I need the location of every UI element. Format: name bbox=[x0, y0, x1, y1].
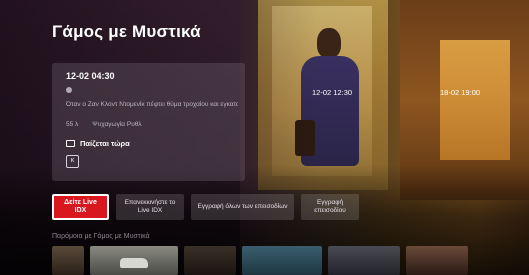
program-meta: 55 λ Ψυχαγωγία Ρυθλ bbox=[66, 121, 142, 128]
timeline-marker-start: 12-02 12:30 bbox=[312, 88, 353, 97]
program-title: Γάμος με Μυστικά bbox=[52, 22, 201, 41]
similar-thumbnails bbox=[52, 246, 468, 275]
program-datetime: 12-02 04:30 bbox=[66, 71, 115, 81]
similar-section-label: Παρόμοια με Γάμος με Μυστικά bbox=[52, 233, 150, 240]
record-episode-button[interactable]: Εγγραφή επεισοδίου bbox=[301, 194, 359, 220]
tv-detail-screen: Γάμος με Μυστικά 12-02 04:30 Όταν ο Ζαν … bbox=[0, 0, 529, 275]
program-description: Όταν ο Ζαν Κλοντ Ντομενίκ πέφτει θύμα τρ… bbox=[66, 101, 238, 108]
similar-thumbnail[interactable] bbox=[242, 246, 322, 275]
similar-thumbnail[interactable] bbox=[184, 246, 236, 275]
now-playing-indicator: Παίζεται τώρα bbox=[66, 139, 130, 148]
rating-icon: K bbox=[66, 155, 79, 168]
similar-thumbnail[interactable] bbox=[328, 246, 400, 275]
car-image bbox=[120, 258, 148, 268]
timeline-marker-end: 18-02 19:00 bbox=[440, 88, 481, 97]
record-all-episodes-button[interactable]: Εγγραφή όλων των επεισοδίων bbox=[191, 194, 294, 220]
program-duration: 55 λ bbox=[66, 121, 79, 128]
program-info-card: 12-02 04:30 Όταν ο Ζαν Κλοντ Ντομενίκ πέ… bbox=[52, 63, 245, 181]
watch-live-button[interactable]: Δείτε Live IDX bbox=[52, 194, 109, 220]
channel-dot-icon bbox=[66, 87, 72, 93]
similar-thumbnail[interactable] bbox=[52, 246, 84, 275]
program-genre: Ψυχαγωγία Ρυθλ bbox=[92, 121, 142, 128]
similar-thumbnail[interactable] bbox=[90, 246, 178, 275]
similar-thumbnail[interactable] bbox=[406, 246, 468, 275]
tv-icon bbox=[66, 140, 75, 147]
action-buttons: Δείτε Live IDX Επανεκκινήστε το Live IDX… bbox=[52, 194, 359, 220]
now-playing-label: Παίζεται τώρα bbox=[80, 139, 130, 148]
restart-live-button[interactable]: Επανεκκινήστε το Live IDX bbox=[116, 194, 184, 220]
